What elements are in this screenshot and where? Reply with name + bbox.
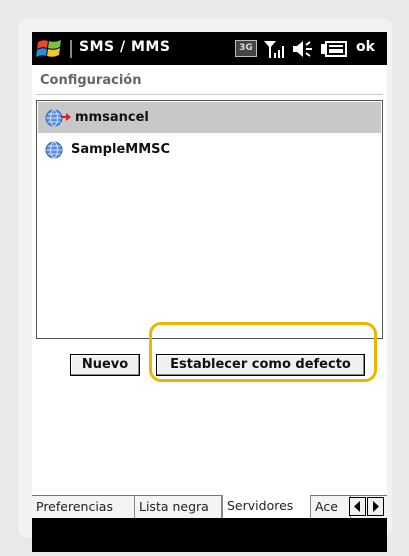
battery-icon[interactable] (320, 38, 348, 60)
page-title: Configuración (40, 73, 142, 88)
title-bar: SMS / MMS 3G ok (32, 32, 387, 65)
windows-logo-icon[interactable] (36, 37, 64, 61)
triangle-left-icon (354, 501, 360, 512)
signal-icon[interactable] (262, 38, 286, 60)
tab-scroll (349, 497, 387, 517)
page-header: Configuración (32, 65, 387, 95)
default-arrow-icon (61, 113, 71, 121)
globe-icon (45, 141, 63, 159)
tab-scroll-right-button[interactable] (367, 497, 384, 516)
phone-screen: SMS / MMS 3G ok Configuración mmsancel S… (32, 32, 387, 552)
volume-icon[interactable] (291, 38, 315, 60)
tab-bar: Preferencias Lista negra Servidores Ace (32, 495, 387, 518)
list-item-samplemmsc[interactable]: SampleMMSC (38, 134, 381, 165)
app-title: SMS / MMS (79, 39, 171, 55)
triangle-right-icon (373, 501, 379, 512)
server-list[interactable]: mmsancel SampleMMSC (36, 100, 383, 339)
tab-servidores[interactable]: Servidores (222, 495, 311, 518)
set-default-button[interactable]: Establecer como defecto (156, 354, 365, 376)
header-divider (36, 94, 383, 95)
new-button[interactable]: Nuevo (70, 354, 140, 376)
list-item-label: SampleMMSC (71, 142, 171, 157)
title-separator (70, 40, 72, 58)
network-3g-icon[interactable]: 3G (235, 40, 257, 57)
ok-button[interactable]: ok (356, 39, 375, 55)
list-item-label: mmsancel (75, 110, 149, 125)
tab-lista-negra[interactable]: Lista negra (135, 496, 222, 518)
soft-key-bar (32, 518, 387, 552)
tab-preferencias[interactable]: Preferencias (32, 496, 135, 518)
tab-ace[interactable]: Ace (311, 496, 351, 518)
list-item-mmsancel[interactable]: mmsancel (38, 102, 381, 133)
tab-scroll-left-button[interactable] (349, 497, 366, 516)
